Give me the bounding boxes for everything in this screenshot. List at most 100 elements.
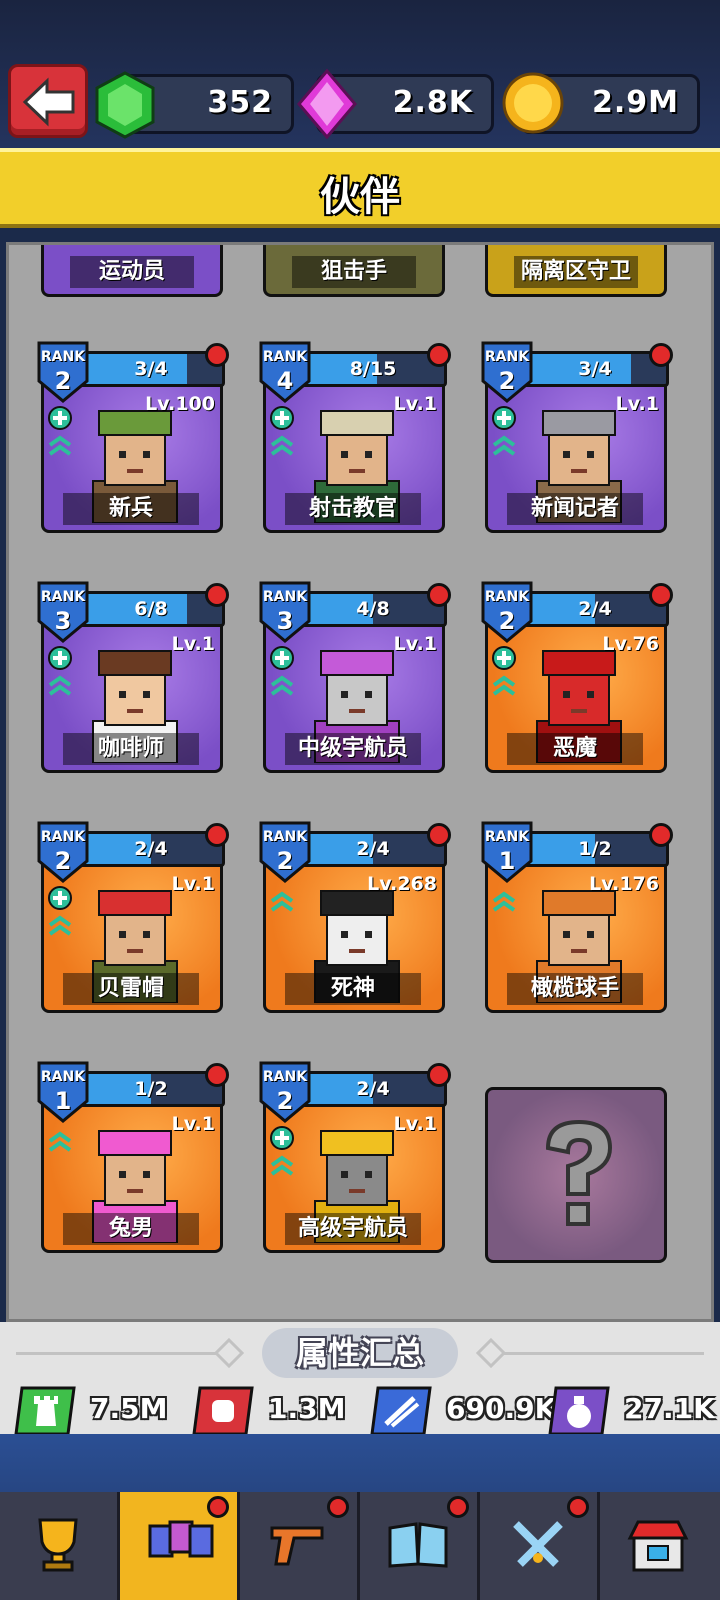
partner-card[interactable]: 6/8 RANK 3 Lv.1 咖啡师 [35, 577, 229, 773]
trophy-icon [38, 1518, 78, 1572]
rank-progress-bar: 8/15 [299, 351, 447, 387]
partner-grid[interactable]: 运动员 狙击手 隔离区守卫 3/4 RANK 2 Lv.100 新兵 8/15 … [6, 242, 714, 1322]
partner-name: 橄榄球手 [507, 973, 643, 1005]
upgrade-plus-icon[interactable] [47, 885, 73, 911]
partner-level: Lv.1 [171, 873, 215, 895]
upgrade-plus-icon[interactable] [491, 645, 517, 671]
rank-number: 2 [498, 367, 516, 395]
partner-card[interactable]: 1/2 RANK 1 Lv.1 兔男 [37, 1057, 229, 1253]
fist-icon [192, 1386, 254, 1436]
green-gem-icon [95, 71, 155, 139]
partner-card[interactable]: 2/4 RANK 2 Lv.268 死神 [257, 817, 451, 1013]
money-bag-icon [548, 1386, 610, 1436]
notification-badge [207, 1496, 229, 1518]
divider [16, 1352, 216, 1355]
rank-progress-bar: 6/8 [77, 591, 225, 627]
rank-number: 4 [276, 367, 294, 395]
rank-badge: RANK 1 [479, 819, 535, 885]
gem-count: 352 [207, 85, 273, 120]
attribute-summary: 属性汇总 7.5M 1.3M 690.9K 27.1K [0, 1322, 720, 1436]
partner-card-partial[interactable]: 隔离区守卫 [485, 245, 667, 297]
tab-achievements[interactable] [0, 1492, 120, 1600]
rank-badge: RANK 2 [257, 819, 313, 885]
partner-card[interactable]: 3/4 RANK 2 Lv.1 新闻记者 [481, 337, 673, 533]
rank-up-chevron-icon [492, 675, 516, 696]
bottom-nav [0, 1434, 720, 1600]
partner-level: Lv.268 [367, 873, 437, 895]
rank-number: 2 [276, 847, 294, 875]
notification-badge [205, 583, 229, 607]
notification-badge [205, 823, 229, 847]
pistol-icon [270, 1526, 324, 1566]
rank-up-chevron-icon [270, 675, 294, 696]
rank-progress-text: 6/8 [134, 598, 168, 620]
title-bar: 伙伴 [0, 148, 720, 228]
notification-badge [427, 1063, 451, 1087]
rank-number: 1 [498, 847, 516, 875]
partner-name: 射击教官 [285, 493, 421, 525]
rank-badge: RANK 2 [257, 1059, 313, 1125]
partner-card-partial[interactable]: 狙击手 [263, 245, 445, 297]
rank-badge: RANK 3 [35, 579, 91, 645]
rank-badge: RANK 3 [257, 579, 313, 645]
upgrade-plus-icon[interactable] [269, 1125, 295, 1151]
rank-label: RANK [40, 589, 86, 605]
rank-up-chevron-icon [48, 435, 72, 456]
rank-progress-bar: 1/2 [521, 831, 669, 867]
partner-card[interactable]: 2/4 RANK 2 Lv.1 贝雷帽 [37, 817, 229, 1013]
rank-progress-bar: 3/4 [77, 351, 225, 387]
stat-value: 7.5M [90, 1392, 168, 1425]
rank-up-chevron-icon [492, 435, 516, 456]
notification-badge [427, 343, 451, 367]
pink-diamond-icon [297, 68, 357, 140]
partner-cards-icon [148, 1520, 214, 1558]
upgrade-plus-icon[interactable] [47, 645, 73, 671]
tab-partners[interactable] [120, 1492, 240, 1600]
partner-card-partial[interactable]: 运动员 [41, 245, 223, 297]
partner-level: Lv.1 [615, 393, 659, 415]
partner-card[interactable]: 2/4 RANK 2 Lv.76 恶魔 [481, 577, 673, 773]
partner-card[interactable]: 3/4 RANK 2 Lv.100 新兵 [37, 337, 229, 533]
rank-number: 2 [498, 607, 516, 635]
tab-weapons[interactable] [240, 1492, 360, 1600]
rank-progress-bar: 4/8 [299, 591, 447, 627]
rank-progress-text: 8/15 [349, 358, 397, 380]
rank-label: RANK [262, 349, 308, 365]
rank-label: RANK [262, 1069, 308, 1085]
rank-progress-text: 2/4 [356, 1078, 390, 1100]
rank-label: RANK [484, 349, 530, 365]
locked-partner-slot[interactable] [485, 1087, 667, 1263]
upgrade-plus-icon[interactable] [269, 405, 295, 431]
notification-badge [649, 823, 673, 847]
partner-card[interactable]: 4/8 RANK 3 Lv.1 中级宇航员 [257, 577, 451, 773]
stat-attack: 1.3M [192, 1386, 345, 1436]
rank-label: RANK [262, 589, 308, 605]
rank-progress-text: 4/8 [356, 598, 390, 620]
upgrade-plus-icon[interactable] [47, 405, 73, 431]
rank-progress-text: 2/4 [356, 838, 390, 860]
partner-card[interactable]: 8/15 RANK 4 Lv.1 射击教官 [259, 337, 451, 533]
partner-card[interactable]: 2/4 RANK 2 Lv.1 高级宇航员 [257, 1057, 451, 1253]
notification-badge [649, 583, 673, 607]
back-button[interactable] [8, 64, 88, 138]
rank-progress-bar: 2/4 [77, 831, 225, 867]
crossed-swords-icon [513, 1521, 563, 1567]
tab-book[interactable] [360, 1492, 480, 1600]
tab-battle[interactable] [480, 1492, 600, 1600]
partner-name: 新闻记者 [507, 493, 643, 525]
rank-label: RANK [40, 1069, 86, 1085]
partner-card[interactable]: 1/2 RANK 1 Lv.176 橄榄球手 [479, 817, 673, 1013]
upgrade-plus-icon[interactable] [269, 645, 295, 671]
upgrade-plus-icon[interactable] [491, 405, 517, 431]
notification-badge [447, 1496, 469, 1518]
rank-progress-bar: 2/4 [299, 831, 447, 867]
rank-number: 2 [276, 1087, 294, 1115]
diamond-ornament-icon [476, 1338, 506, 1368]
rank-label: RANK [484, 829, 530, 845]
notification-badge [327, 1496, 349, 1518]
tab-shop[interactable] [600, 1492, 720, 1600]
rank-up-chevron-icon [48, 915, 72, 936]
back-arrow-icon [22, 77, 75, 127]
rank-up-chevron-icon [270, 435, 294, 456]
notification-badge [205, 343, 229, 367]
